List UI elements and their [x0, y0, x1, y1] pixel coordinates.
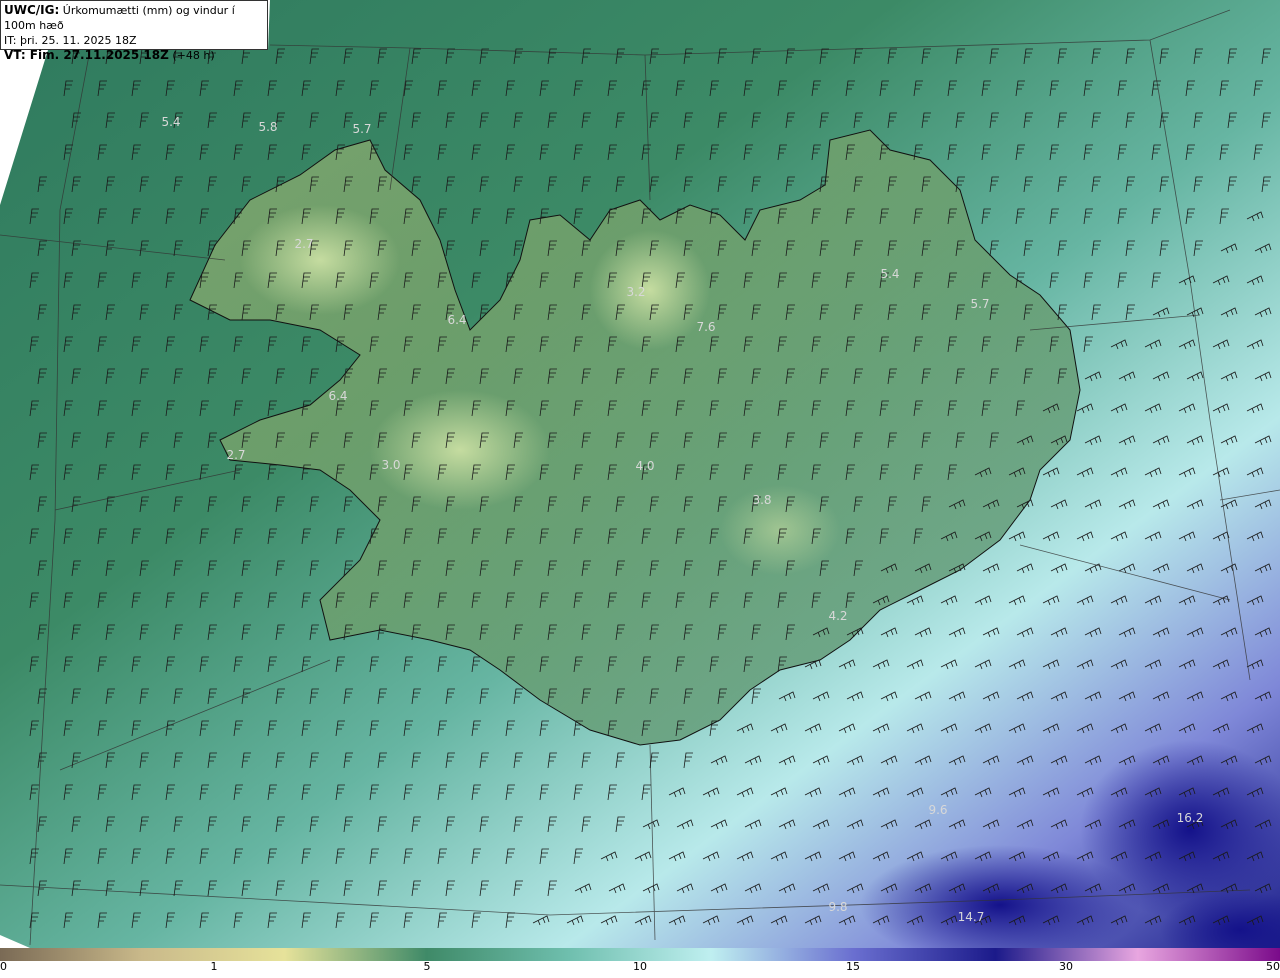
value-label: 16.2 [1177, 811, 1204, 825]
value-label: 3.8 [752, 493, 771, 507]
highland-area [590, 230, 710, 350]
map-header: UWC/IG: Úrkomumætti (mm) og vindur í 100… [0, 0, 268, 62]
colorbar-tick-label: 0 [0, 960, 7, 973]
init-time: IT: þri. 25. 11. 2025 18Z [4, 34, 137, 47]
colorbar-tick-label: 50 [1266, 960, 1280, 973]
value-label: 5.7 [352, 122, 371, 136]
value-label: 4.2 [828, 609, 847, 623]
value-label: 3.2 [626, 285, 645, 299]
valid-time: VT: Fim. 27.11.2025 18Z [4, 48, 169, 62]
value-label: 5.4 [161, 115, 180, 129]
weather-map: 5.4 5.8 5.7 2.7 6.4 6.4 2.7 3.0 3.2 7.6 4.0 3.8 5.4 5… [0, 0, 1280, 948]
colorbar-tick-label: 5 [423, 960, 431, 973]
colorbar: 0 1 5 10 15 30 50 [0, 948, 1280, 978]
value-label: 4.0 [635, 459, 654, 473]
value-label: 9.6 [928, 803, 947, 817]
product-code: UWC/IG: [4, 3, 60, 17]
colorbar-tick-label: 15 [845, 960, 860, 973]
value-label: 14.7 [958, 910, 985, 924]
value-label: 2.7 [294, 237, 313, 251]
colorbar-tick-label: 30 [1058, 960, 1073, 973]
highland-area [240, 205, 400, 315]
value-label: 3.0 [381, 458, 400, 472]
value-label: 5.8 [258, 120, 277, 134]
forecast-hour: (+48 h) [172, 49, 215, 62]
value-label: 9.8 [828, 900, 847, 914]
value-label: 6.4 [328, 389, 347, 403]
value-label: 2.7 [226, 448, 245, 462]
value-label: 5.4 [880, 267, 899, 281]
value-label: 7.6 [696, 320, 715, 334]
colorbar-tick-label: 1 [210, 960, 218, 973]
highland-area [370, 390, 550, 510]
colorbar-tick-label: 10 [633, 960, 647, 973]
value-label: 5.7 [970, 297, 989, 311]
value-label: 6.4 [447, 313, 466, 327]
